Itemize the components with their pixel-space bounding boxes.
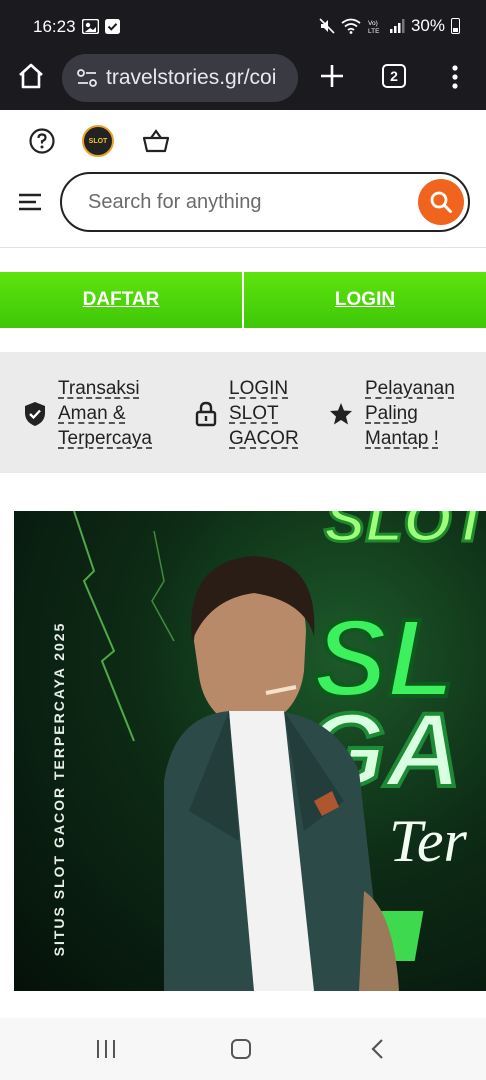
address-bar[interactable]: travelstories.gr/coi bbox=[62, 54, 298, 102]
home-nav-icon[interactable] bbox=[230, 1038, 252, 1060]
feature-line: SLOT bbox=[229, 403, 279, 424]
basket-icon[interactable] bbox=[142, 128, 170, 154]
feature-secure-transactions[interactable]: Transaksi Aman & Terpercaya bbox=[24, 376, 152, 451]
padlock-icon bbox=[195, 401, 217, 426]
feature-text: LOGIN SLOT GACOR bbox=[229, 376, 299, 451]
feature-line: Mantap ! bbox=[365, 428, 439, 449]
wifi-icon bbox=[341, 18, 361, 34]
feature-line: GACOR bbox=[229, 428, 299, 449]
battery-percent: 30% bbox=[410, 16, 445, 35]
register-button[interactable]: DAFTAR bbox=[0, 272, 242, 328]
home-icon[interactable] bbox=[16, 61, 46, 91]
hamburger-menu-icon[interactable] bbox=[18, 192, 42, 212]
status-time: 16:23 bbox=[33, 17, 76, 36]
site-logo[interactable]: SLOT bbox=[82, 125, 114, 157]
feature-line: Transaksi bbox=[58, 378, 140, 399]
star-icon bbox=[330, 402, 352, 424]
recent-apps-icon[interactable] bbox=[95, 1039, 117, 1059]
search-bar[interactable] bbox=[60, 172, 470, 232]
site-settings-icon[interactable] bbox=[76, 67, 98, 89]
auth-buttons: DAFTAR LOGIN bbox=[0, 272, 486, 328]
features-strip: Transaksi Aman & Terpercaya LOGIN SLOT G… bbox=[0, 352, 486, 473]
feature-line: Pelayanan bbox=[365, 378, 455, 399]
login-button[interactable]: LOGIN bbox=[244, 272, 486, 328]
banner-script-text: Ter bbox=[389, 808, 467, 874]
feature-line: Paling bbox=[365, 403, 418, 424]
feature-login-slot-gacor[interactable]: LOGIN SLOT GACOR bbox=[195, 376, 299, 451]
search-input[interactable] bbox=[86, 190, 390, 215]
signal-icon bbox=[389, 19, 405, 33]
back-icon[interactable] bbox=[370, 1038, 384, 1060]
header-divider bbox=[0, 247, 486, 248]
new-tab-icon[interactable] bbox=[318, 62, 346, 90]
tab-count: 2 bbox=[390, 68, 398, 84]
feature-text: Transaksi Aman & Terpercaya bbox=[58, 376, 152, 451]
svg-text:LTE: LTE bbox=[368, 28, 380, 34]
feature-line: Terpercaya bbox=[58, 428, 152, 449]
tab-switcher-icon[interactable]: 2 bbox=[382, 64, 406, 88]
svg-text:Vo): Vo) bbox=[368, 20, 378, 27]
system-navigation-bar bbox=[0, 1018, 486, 1080]
status-bar: 16:23 Vo) LTE 30% bbox=[0, 0, 486, 52]
help-icon[interactable] bbox=[29, 128, 55, 154]
gallery-notification-icon bbox=[82, 19, 99, 34]
banner-side-text: SITUS SLOT GACOR TERPERCAYA 2025 bbox=[51, 621, 67, 957]
url-text[interactable]: travelstories.gr/coi bbox=[106, 66, 276, 90]
banner-artwork: SLOT SL GA Ter bbox=[73, 511, 486, 991]
mute-icon bbox=[319, 18, 335, 34]
login-label: LOGIN bbox=[334, 289, 396, 310]
battery-icon bbox=[451, 18, 460, 34]
check-notification-icon bbox=[105, 19, 120, 34]
register-label: DAFTAR bbox=[82, 289, 160, 310]
shield-check-icon bbox=[25, 401, 45, 426]
site-logo-text: SLOT bbox=[88, 137, 108, 145]
search-icon bbox=[430, 191, 452, 213]
site-icon-row: SLOT bbox=[0, 112, 486, 170]
feature-line: LOGIN bbox=[229, 378, 289, 399]
feature-text: Pelayanan Paling Mantap ! bbox=[365, 376, 455, 451]
search-button[interactable] bbox=[418, 179, 464, 225]
more-menu-icon[interactable] bbox=[446, 62, 464, 92]
banner-title-top: SLOT bbox=[324, 511, 486, 555]
feature-line: Aman & bbox=[58, 403, 126, 424]
browser-toolbar: travelstories.gr/coi 2 bbox=[0, 52, 486, 110]
feature-best-service[interactable]: Pelayanan Paling Mantap ! bbox=[329, 376, 455, 451]
promo-banner[interactable]: SLOT SL GA Ter SITUS SLOT GACOR TERPERCA… bbox=[14, 511, 486, 991]
volte-icon: Vo) LTE bbox=[368, 20, 380, 34]
